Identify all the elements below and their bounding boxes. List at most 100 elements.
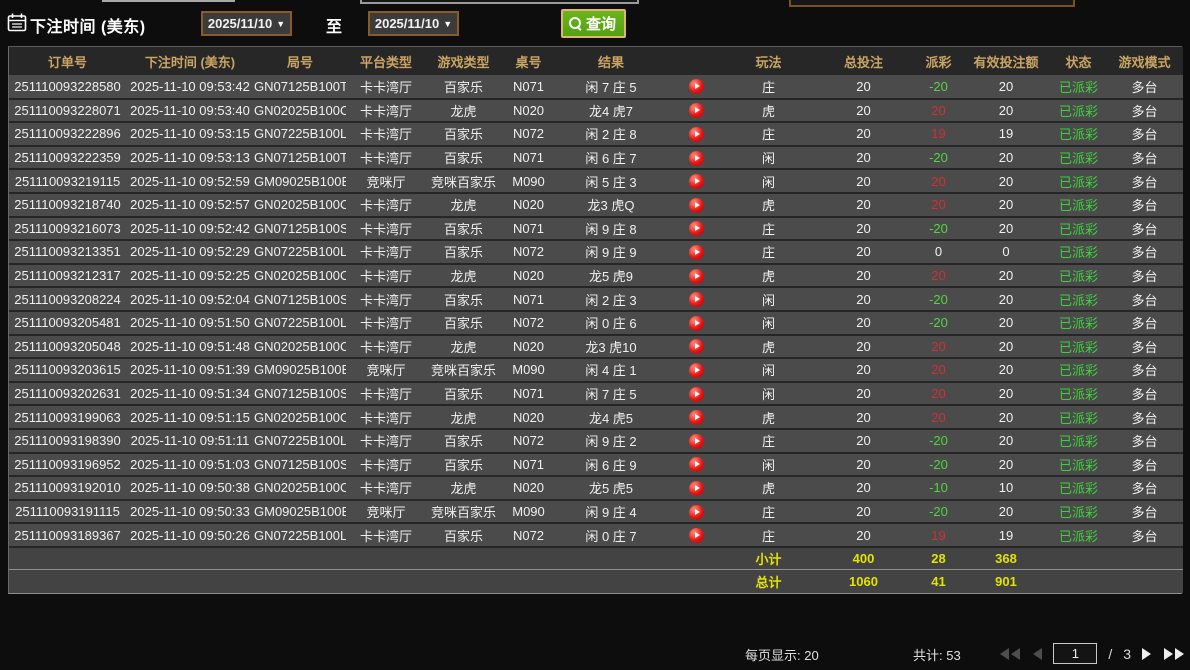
cell-platform: 竞咪厅	[346, 500, 426, 524]
cell-payout: -20	[916, 453, 961, 477]
cell-round-no: GM09025B100EU	[254, 358, 346, 382]
cell-play	[666, 99, 726, 123]
cell-result: 龙4 虎5	[556, 405, 666, 429]
play-video-icon[interactable]	[689, 316, 704, 331]
play-video-icon[interactable]	[689, 339, 704, 354]
cell-total-bet: 20	[811, 405, 916, 429]
cell-total-bet: 20	[811, 500, 916, 524]
next-page-button[interactable]	[1140, 646, 1153, 662]
play-video-icon[interactable]	[689, 221, 704, 236]
play-video-icon[interactable]	[689, 269, 704, 284]
cell-order-no: 251110093192010	[9, 476, 126, 500]
play-video-icon[interactable]	[689, 198, 704, 213]
column-header: 游戏模式	[1106, 47, 1183, 75]
cell-payout: 20	[916, 193, 961, 217]
cell-payout: 19	[916, 122, 961, 146]
play-video-icon[interactable]	[689, 127, 704, 142]
calendar-icon	[7, 13, 27, 37]
cell-status: 已派彩	[1051, 382, 1106, 406]
cell-total-bet: 20	[811, 75, 916, 99]
play-video-icon[interactable]	[689, 457, 704, 472]
cell-payout: -20	[916, 429, 961, 453]
play-video-icon[interactable]	[689, 528, 704, 543]
cutoff-input-field-1[interactable]	[102, 0, 235, 2]
cutoff-input-field-3[interactable]	[789, 0, 1075, 7]
last-page-button[interactable]	[1162, 646, 1186, 662]
cell-round-no: GN07225B100LM	[254, 311, 346, 335]
cell-play	[666, 476, 726, 500]
play-video-icon[interactable]	[689, 174, 704, 189]
cell-valid-bet: 19	[961, 523, 1051, 547]
cell-status: 已派彩	[1051, 287, 1106, 311]
cell-platform: 竞咪厅	[346, 358, 426, 382]
cell-result: 闲 9 庄 8	[556, 217, 666, 241]
table-header-row: 订单号下注时间 (美东)局号平台类型游戏类型桌号结果玩法总投注派彩有效投注额状态…	[9, 47, 1183, 75]
column-header: 派彩	[916, 47, 961, 75]
cell-status: 已派彩	[1051, 193, 1106, 217]
play-video-icon[interactable]	[689, 363, 704, 378]
cell-valid-bet: 20	[961, 311, 1051, 335]
cell-total-bet: 20	[811, 523, 916, 547]
cell-play	[666, 453, 726, 477]
play-video-icon[interactable]	[689, 505, 704, 520]
cell-valid-bet: 20	[961, 429, 1051, 453]
cell-game-type: 龙虎	[426, 99, 501, 123]
cell-result: 闲 2 庄 3	[556, 287, 666, 311]
cell-mode: 多台	[1106, 99, 1183, 123]
cell-total-bet: 20	[811, 217, 916, 241]
cell-table-no: N072	[501, 311, 556, 335]
table-row: 2511100932187402025-11-10 09:52:57GN0202…	[9, 193, 1183, 217]
date-to-value: 2025/11/10	[375, 16, 439, 31]
cell-mode: 多台	[1106, 240, 1183, 264]
cell-round-no: GN07225B100LK	[254, 523, 346, 547]
per-page-label: 每页显示: 20	[745, 645, 819, 664]
total-count-label: 共计: 53	[913, 645, 961, 664]
cell-order-no: 251110093216073	[9, 217, 126, 241]
play-video-icon[interactable]	[689, 481, 704, 496]
cell-platform: 卡卡湾厅	[346, 75, 426, 99]
cell-round-no: GN02025B100OW	[254, 99, 346, 123]
cell-status: 已派彩	[1051, 99, 1106, 123]
cell-valid-bet: 20	[961, 335, 1051, 359]
total-payout: 41	[916, 570, 961, 593]
cell-bet-type: 虎	[726, 264, 811, 288]
page-separator: /	[1106, 646, 1114, 662]
table-row: 2511100931911152025-11-10 09:50:33GM0902…	[9, 500, 1183, 524]
previous-page-button[interactable]	[1031, 646, 1044, 662]
cell-round-no: GN02025B100OR	[254, 476, 346, 500]
play-video-icon[interactable]	[689, 434, 704, 449]
cell-result: 闲 9 庄 9	[556, 240, 666, 264]
cell-bet-type: 闲	[726, 169, 811, 193]
search-button[interactable]: 查询	[561, 9, 626, 38]
cell-game-type: 龙虎	[426, 335, 501, 359]
cell-bet-time: 2025-11-10 09:52:25	[126, 264, 254, 288]
table-row: 2511100932160732025-11-10 09:52:42GN0712…	[9, 217, 1183, 241]
play-video-icon[interactable]	[689, 410, 704, 425]
play-video-icon[interactable]	[689, 103, 704, 118]
first-page-button[interactable]	[998, 646, 1022, 662]
cell-total-bet: 20	[811, 382, 916, 406]
cell-order-no: 251110093205481	[9, 311, 126, 335]
cell-round-no: GN07125B100SZ	[254, 217, 346, 241]
cell-play	[666, 523, 726, 547]
subtotal-valid-bet: 368	[961, 547, 1051, 570]
play-video-icon[interactable]	[689, 292, 704, 307]
cell-total-bet: 20	[811, 240, 916, 264]
play-video-icon[interactable]	[689, 387, 704, 402]
play-video-icon[interactable]	[689, 79, 704, 94]
cutoff-input-field-2[interactable]	[360, 0, 639, 4]
play-video-icon[interactable]	[689, 151, 704, 166]
date-from-select[interactable]: 2025/11/10 ▼	[201, 11, 292, 36]
cell-table-no: N072	[501, 240, 556, 264]
cell-platform: 卡卡湾厅	[346, 264, 426, 288]
cell-status: 已派彩	[1051, 240, 1106, 264]
page-number-input[interactable]	[1053, 643, 1097, 664]
cell-game-type: 竞咪百家乐	[426, 169, 501, 193]
cell-table-no: N020	[501, 405, 556, 429]
cell-total-bet: 20	[811, 335, 916, 359]
cell-order-no: 251110093199063	[9, 405, 126, 429]
cell-order-no: 251110093191115	[9, 500, 126, 524]
play-video-icon[interactable]	[689, 245, 704, 260]
date-to-select[interactable]: 2025/11/10 ▼	[368, 11, 459, 36]
total-pages-label: 3	[1123, 646, 1131, 662]
